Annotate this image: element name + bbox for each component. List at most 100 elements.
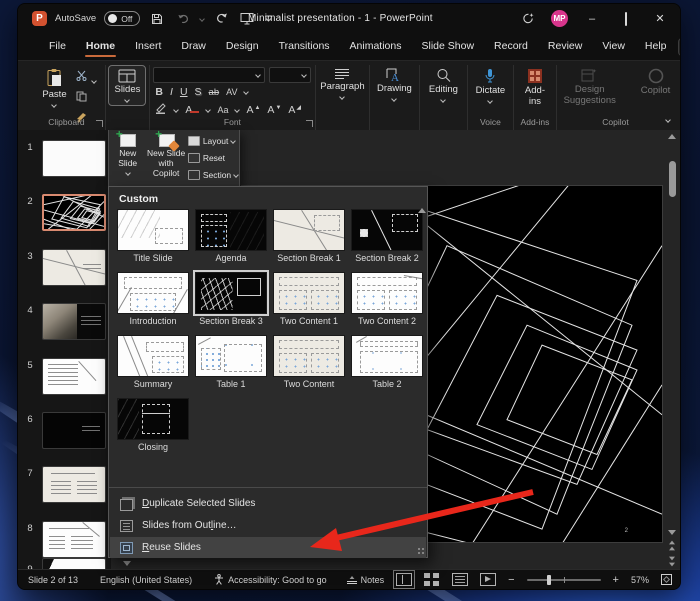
section-button[interactable]: Section <box>186 170 239 180</box>
zoom-slider-knob[interactable] <box>547 575 551 585</box>
slide-indicator[interactable]: Slide 2 of 13 <box>28 575 78 585</box>
slides-collapsed-button[interactable]: Slides <box>108 65 146 106</box>
layout-option-section-break-2[interactable]: Section Break 2 <box>351 209 423 263</box>
undo-dropdown-chevron-icon[interactable] <box>199 16 205 22</box>
tab-help[interactable]: Help <box>636 35 676 58</box>
slide-thumbnail-3[interactable]: 3 <box>18 249 111 286</box>
slide-thumbnail-4[interactable]: 4 <box>18 303 111 340</box>
autosave-toggle[interactable]: Off <box>104 11 140 26</box>
slide-thumbnail-8[interactable]: 8 <box>18 521 111 558</box>
tab-design[interactable]: Design <box>217 35 268 58</box>
layout-button[interactable]: Layout <box>186 136 239 146</box>
cut-button[interactable] <box>76 68 88 86</box>
font-name-combobox[interactable] <box>153 67 265 83</box>
layout-option-title-slide[interactable]: Title Slide <box>117 209 189 263</box>
slideshow-view-button[interactable] <box>480 573 496 586</box>
slide-thumbnail-6[interactable]: 6 <box>18 412 111 449</box>
record-button[interactable] <box>678 38 681 56</box>
reset-button[interactable]: Reset <box>186 153 239 163</box>
zoom-level[interactable]: 57% <box>631 575 649 585</box>
tab-draw[interactable]: Draw <box>172 35 215 58</box>
tab-transitions[interactable]: Transitions <box>270 35 339 58</box>
undo-button[interactable] <box>174 10 192 28</box>
font-color-chevron-icon[interactable] <box>206 107 212 113</box>
drawing-button[interactable]: A Drawing <box>372 65 417 104</box>
maximize-button[interactable] <box>616 13 636 25</box>
account-avatar[interactable]: MP <box>551 10 568 27</box>
editing-button[interactable]: Editing <box>424 65 463 105</box>
bold-button[interactable]: B <box>155 86 163 98</box>
italic-button[interactable]: I <box>170 86 173 98</box>
save-button[interactable] <box>148 10 166 28</box>
layout-option-section-break-3[interactable]: Section Break 3 <box>195 272 267 326</box>
gallery-scroll-up-icon[interactable] <box>418 191 426 213</box>
slide-thumbnail-5[interactable]: 5 <box>18 358 111 395</box>
change-case-chevron-icon[interactable] <box>235 107 241 113</box>
clipboard-dialog-launcher-icon[interactable] <box>96 120 103 127</box>
layout-option-introduction[interactable]: Introduction <box>117 272 189 326</box>
reading-view-button[interactable] <box>452 573 468 586</box>
thumbnail-scroll-down-icon[interactable] <box>123 561 131 566</box>
close-button[interactable]: ✕ <box>650 12 670 25</box>
clear-formatting-button[interactable]: A◢ <box>288 104 301 116</box>
fit-slide-to-window-button[interactable] <box>661 574 672 585</box>
decrease-font-button[interactable]: A▼ <box>267 104 281 116</box>
slide-thumbnail-7[interactable]: 7 <box>18 466 111 503</box>
minimize-button[interactable]: – <box>582 13 602 25</box>
next-slide-button[interactable] <box>668 556 676 567</box>
tab-view[interactable]: View <box>593 35 634 58</box>
scroll-up-icon[interactable] <box>668 134 676 139</box>
new-slide-button[interactable]: New Slide <box>109 130 146 186</box>
tab-insert[interactable]: Insert <box>126 35 170 58</box>
layout-option-summary[interactable]: Summary <box>117 335 189 389</box>
underline-button[interactable]: U <box>180 86 188 98</box>
redo-button[interactable] <box>212 10 230 28</box>
slide-sorter-view-button[interactable] <box>424 573 440 586</box>
layout-option-two-content[interactable]: Two Content <box>273 335 345 389</box>
increase-font-button[interactable]: A▲ <box>246 104 260 116</box>
copy-chevron-icon[interactable] <box>91 78 97 84</box>
layout-option-closing[interactable]: Closing <box>117 398 189 452</box>
vertical-scrollbar[interactable] <box>666 130 678 569</box>
tab-file[interactable]: File <box>40 35 75 58</box>
accessibility-checker[interactable]: Accessibility: Good to go <box>214 574 327 585</box>
layout-option-two-content-1[interactable]: Two Content 1 <box>273 272 345 326</box>
character-spacing-button[interactable]: AV <box>226 87 237 97</box>
layout-option-two-content-2[interactable]: Two Content 2 <box>351 272 423 326</box>
zoom-out-button[interactable]: − <box>508 574 514 586</box>
scroll-down-icon[interactable] <box>668 530 676 535</box>
copy-button[interactable] <box>76 89 88 107</box>
scrollbar-thumb[interactable] <box>669 161 676 197</box>
design-suggestions-button[interactable]: Design Suggestions <box>556 65 624 110</box>
slide-thumbnail-1[interactable]: 1 <box>18 140 111 177</box>
slide-thumbnail-9[interactable]: 9 <box>18 558 111 569</box>
font-dialog-launcher-icon[interactable] <box>306 120 313 127</box>
font-size-combobox[interactable] <box>269 67 311 83</box>
sparkle-catchup-icon[interactable] <box>519 10 537 28</box>
tab-home[interactable]: Home <box>77 35 124 58</box>
layout-option-table-2[interactable]: Table 2 <box>351 335 423 389</box>
highlight-chevron-icon[interactable] <box>174 107 180 113</box>
layout-option-agenda[interactable]: Agenda <box>195 209 267 263</box>
language-indicator[interactable]: English (United States) <box>100 575 192 585</box>
font-color-button[interactable]: A <box>185 104 192 116</box>
addins-button[interactable]: Add-ins <box>520 65 550 111</box>
notes-button[interactable]: Notes <box>347 575 385 585</box>
strikethrough-button[interactable]: ab <box>209 87 220 98</box>
zoom-slider[interactable] <box>527 579 601 581</box>
zoom-in-button[interactable]: + <box>613 574 619 586</box>
tab-animations[interactable]: Animations <box>341 35 411 58</box>
dictate-button[interactable]: Dictate <box>471 65 511 106</box>
tab-review[interactable]: Review <box>539 35 591 58</box>
paragraph-button[interactable]: Paragraph <box>315 65 369 102</box>
text-shadow-button[interactable]: S <box>195 86 202 98</box>
copilot-ribbon-button[interactable]: Copilot <box>636 65 676 110</box>
new-slide-with-copilot-button[interactable]: New Slide with Copilot <box>146 130 185 186</box>
layout-option-section-break-1[interactable]: Section Break 1 <box>273 209 345 263</box>
slide-thumbnail-2[interactable]: 2 <box>18 194 111 231</box>
tab-record[interactable]: Record <box>485 35 537 58</box>
change-case-button[interactable]: Aa <box>217 105 228 115</box>
normal-view-button[interactable] <box>396 573 412 586</box>
spacing-chevron-icon[interactable] <box>244 89 250 95</box>
previous-slide-button[interactable] <box>668 540 676 551</box>
